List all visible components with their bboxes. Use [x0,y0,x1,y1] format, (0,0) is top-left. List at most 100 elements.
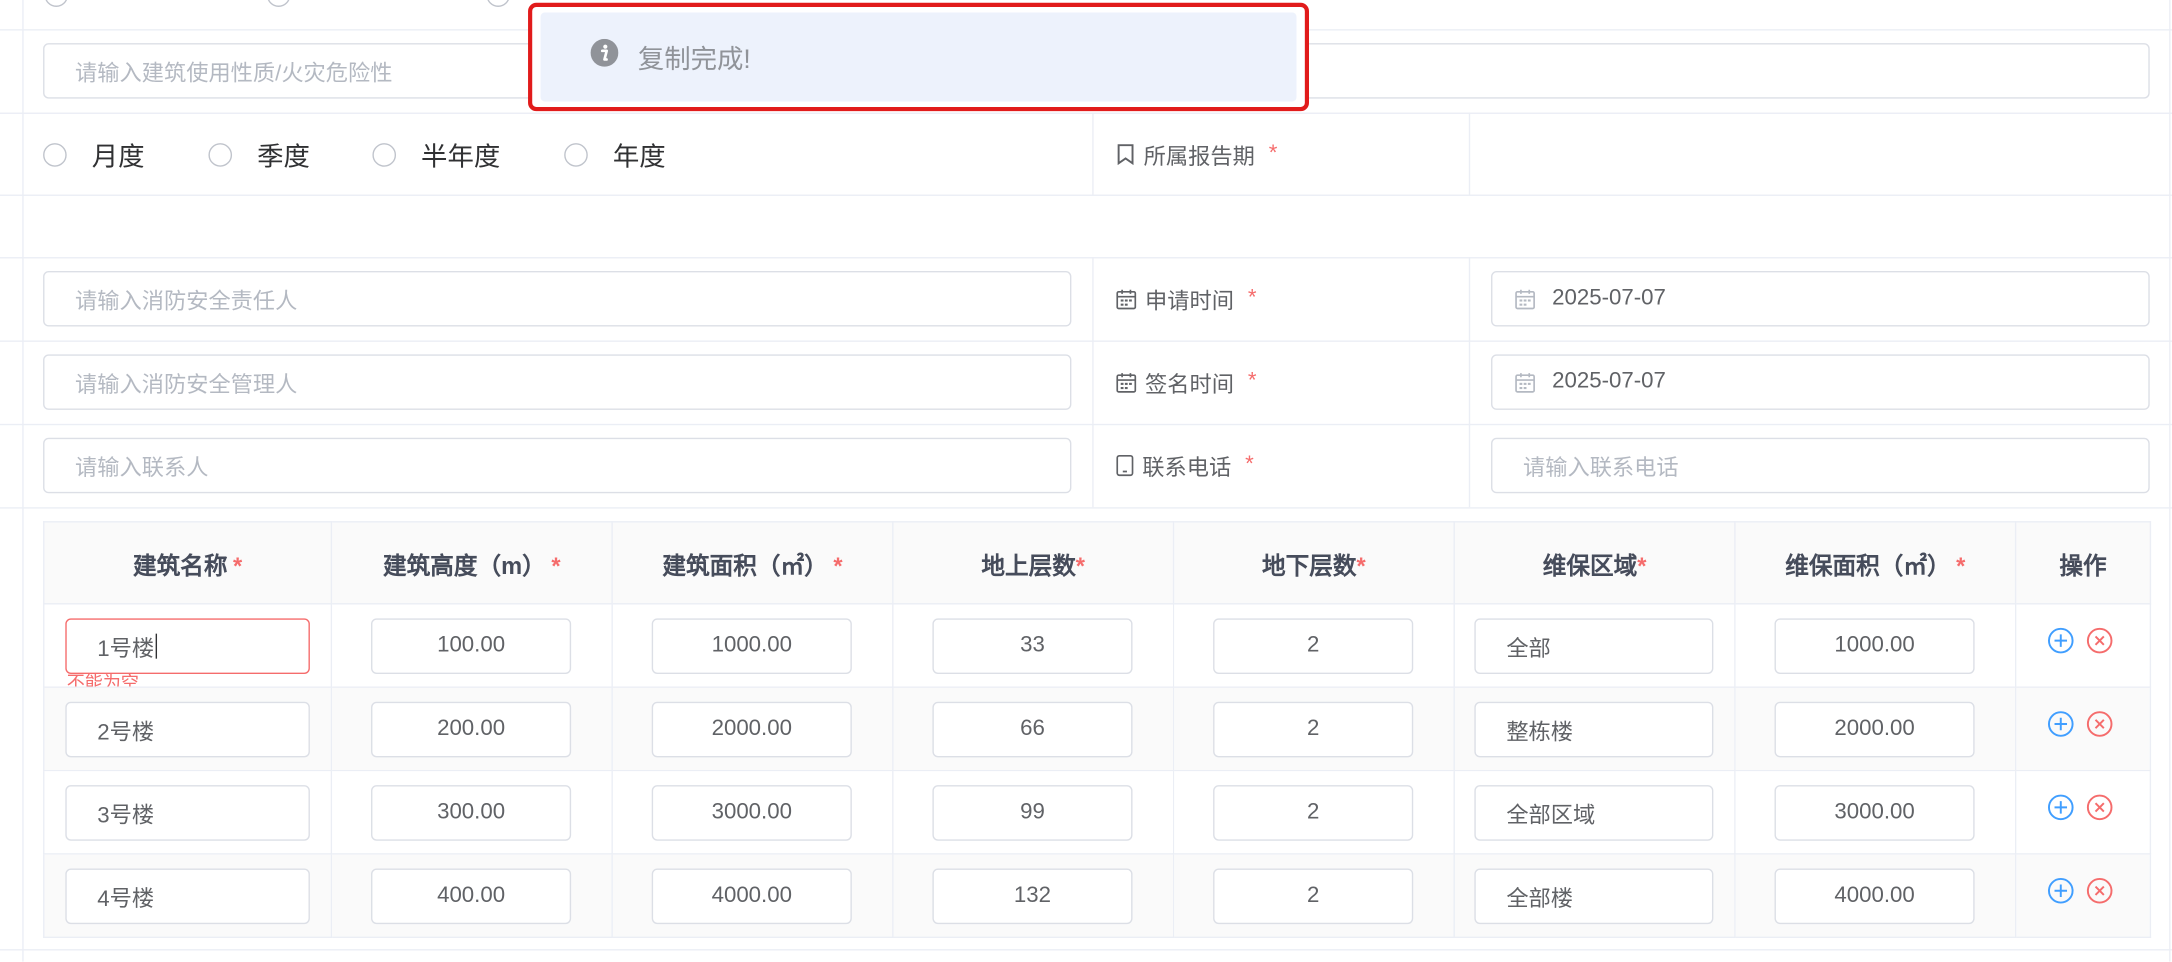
sign-time-picker[interactable]: 2025-07-07 [1491,354,2150,410]
header-maintenance-area: 维保面积（㎡） * [1734,521,2017,605]
table-row: 4号楼 400.00 4000.00 132 2 全部楼 4000.00 [43,853,2152,938]
maintenance-area-input[interactable]: 2000.00 [1774,701,1975,758]
header-building-name: 建筑名称 * [43,521,333,605]
cell-value: 2号楼 [97,721,155,745]
phone-input[interactable]: 请输入联系电话 [1491,437,2150,494]
floors-above-input[interactable]: 66 [932,701,1133,758]
building-area-input[interactable]: 1000.00 [651,618,852,674]
delete-row-icon[interactable] [2086,877,2114,912]
divider [0,257,2172,259]
maintenance-region-input[interactable]: 整栋楼 [1474,701,1714,758]
add-row-icon[interactable] [2047,877,2075,912]
calendar-icon [1116,288,1137,309]
building-area-input[interactable]: 2000.00 [651,701,852,758]
safety-manager-input[interactable]: 请输入消防安全管理人 [43,354,1072,410]
bookmark-icon [1116,143,1135,166]
radio-half-year[interactable]: 半年度 [372,126,500,182]
radio-circle[interactable] [372,142,397,167]
phone-label: 联系电话 * [1116,438,1254,494]
cell-value: 3000.00 [711,800,792,825]
add-row-icon[interactable] [2047,710,2075,745]
header-building-height: 建筑高度（m） * [330,521,613,605]
divider [2169,0,2171,962]
divider [1468,112,1471,195]
cell-value: 300.00 [437,800,506,825]
floors-below-input[interactable]: 2 [1213,618,1414,674]
toast-highlight: 复制完成! [528,2,1310,112]
calendar-icon [1515,288,1536,309]
required-mark: * [1268,141,1278,166]
required-mark: * [1245,453,1254,477]
delete-row-icon[interactable] [2086,710,2114,745]
toast-text: 复制完成! [637,45,751,75]
radio-circle[interactable] [486,0,510,7]
table-row: 1号楼 不能为空 100.00 1000.00 33 2 全部 1000.00 [43,603,2152,688]
table-header-row: 建筑名称 * 建筑高度（m） * 建筑面积（㎡） * 地上层数* 地下层数* 维保区域… [43,521,2152,605]
building-area-input[interactable]: 4000.00 [651,868,852,925]
building-height-input[interactable]: 400.00 [371,868,572,925]
placeholder: 请输入联系电话 [1523,457,1679,481]
cell-value: 全部区域 [1506,804,1596,829]
divider [0,507,2172,509]
radio-monthly[interactable]: 月度 [43,126,145,182]
building-height-input[interactable]: 200.00 [371,701,572,758]
building-height-input[interactable]: 300.00 [371,785,572,841]
building-area-input[interactable]: 3000.00 [651,785,852,841]
delete-row-icon[interactable] [2086,627,2114,662]
divider [1092,257,1094,508]
cell-value: 4000.00 [1834,883,1915,908]
required-mark: * [1247,286,1257,310]
safety-responsible-input[interactable]: 请输入消防安全责任人 [43,270,1072,327]
report-period-text: 所属报告期 [1143,145,1255,170]
radio-quarterly[interactable]: 季度 [208,126,310,182]
radio-circle[interactable] [266,0,291,7]
contact-input[interactable]: 请输入联系人 [43,437,1072,494]
delete-row-icon[interactable] [2086,793,2114,828]
calendar-icon [1116,372,1137,393]
divider [1468,257,1471,508]
cell-value: 100.00 [437,633,506,658]
divider [1092,112,1094,195]
cell-value: 3号楼 [97,804,155,829]
calendar-icon [1515,372,1536,393]
apply-time-label: 申请时间 * [1116,271,1257,327]
maintenance-area-input[interactable]: 3000.00 [1774,785,1975,841]
floors-below-input[interactable]: 2 [1213,785,1414,841]
table-row: 3号楼 300.00 3000.00 99 2 全部区域 3000.00 [43,769,2152,855]
text-caret [155,633,157,659]
floors-above-input[interactable]: 132 [932,868,1133,925]
radio-circle[interactable] [44,0,69,7]
radio-circle[interactable] [564,142,588,167]
maintenance-region-input[interactable]: 全部 [1474,618,1714,674]
radio-label: 月度 [91,142,145,172]
cell-value: 400.00 [437,883,506,908]
form-page: 请输入建筑使用性质/火灾危险性 月度 季度 半年度 年度 所属报告期 * 请输入消… [0,0,2172,962]
maintenance-area-input[interactable]: 4000.00 [1774,868,1975,925]
divider [0,194,2172,196]
maintenance-region-input[interactable]: 全部区域 [1474,785,1714,841]
apply-time-picker[interactable]: 2025-07-07 [1491,270,2150,327]
floors-above-input[interactable]: 99 [932,785,1133,841]
add-row-icon[interactable] [2047,627,2075,662]
building-name-input[interactable]: 3号楼 [65,785,310,841]
building-name-input[interactable]: 2号楼 [65,701,310,758]
floors-below-input[interactable]: 2 [1213,701,1414,758]
sign-time-value: 2025-07-07 [1552,369,1666,394]
building-name-input[interactable]: 1号楼 [65,618,310,674]
cell-value: 全部 [1506,637,1551,662]
maintenance-area-input[interactable]: 1000.00 [1774,618,1975,674]
floors-above-input[interactable]: 33 [932,618,1133,674]
cell-value: 200.00 [437,717,506,741]
radio-circle[interactable] [43,142,67,167]
cell-value: 2 [1306,633,1320,658]
radio-circle[interactable] [208,142,233,167]
radio-label: 年度 [612,142,666,172]
building-name-input[interactable]: 4号楼 [65,868,310,925]
radio-yearly[interactable]: 年度 [564,126,666,182]
maintenance-region-input[interactable]: 全部楼 [1474,868,1714,925]
add-row-icon[interactable] [2047,793,2075,828]
floors-below-input[interactable]: 2 [1213,868,1414,925]
building-height-input[interactable]: 100.00 [371,618,572,674]
cell-value: 132 [1013,883,1052,908]
header-actions: 操作 [2014,521,2152,605]
